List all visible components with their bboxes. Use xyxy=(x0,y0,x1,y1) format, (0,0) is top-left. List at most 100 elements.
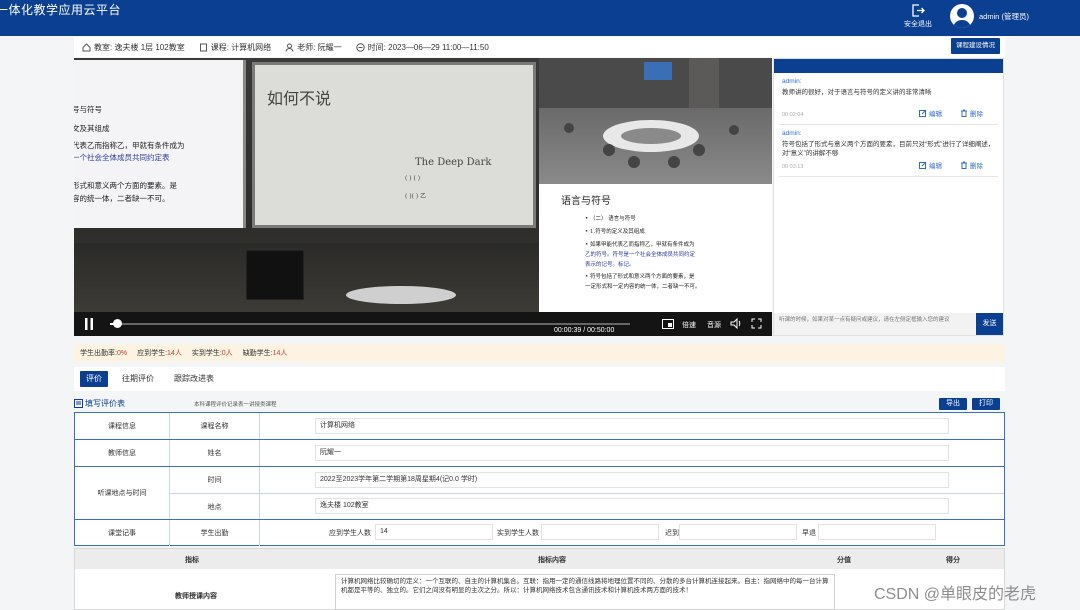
actual-count-field[interactable] xyxy=(541,524,659,540)
expected-count-label: 应到学生人数 xyxy=(329,530,371,537)
speed-button[interactable]: 倍速 xyxy=(682,320,696,330)
slide-line: 一定形式和一定内容的统一体，二者缺一不可。 xyxy=(585,284,701,290)
edit-button[interactable]: 编辑 xyxy=(919,160,942,170)
class-info-bar: 教室: 逸夫楼 1层 102教室 课程: 计算机网络 老师: 阮耀一 时间: 2… xyxy=(74,37,1005,57)
slide-left-line: 文及其组成 xyxy=(74,124,110,133)
comment-text: 教师讲的很好，对于语言与符号的定义讲的非常清晰 xyxy=(782,89,932,96)
time-info: 时间: 2023—06—29 11:00—11:50 xyxy=(355,42,489,53)
late-field[interactable] xyxy=(679,524,797,540)
classroom-value: 逸夫楼 1层 102教室 xyxy=(114,42,185,52)
course-name-field[interactable]: 计算机网络 xyxy=(315,418,949,434)
place-time-label: 听课地点与时间 xyxy=(75,467,170,519)
progress-bar[interactable] xyxy=(110,319,630,328)
classroom-camera-view: 号与符号 文及其组成 代表乙而指称乙，甲就有条件成为 一个社会全体成员共同约定表… xyxy=(74,58,539,313)
rubric-indicator: 教师授课内容 xyxy=(175,593,217,600)
score-column-header: 分值 xyxy=(837,557,851,564)
slide-line: • （二） 语言与符号 xyxy=(585,216,636,222)
attendance-bar: 学生出勤率:0% 应到学生:14人 实到学生:0人 缺勤学生:14人 xyxy=(74,344,1005,362)
form-icon xyxy=(74,399,83,408)
whiteboard: 如何不说 The Deep Dark ( ) ( ) ( )( ) 乙 xyxy=(252,62,536,228)
fullscreen-icon[interactable] xyxy=(751,318,762,329)
whiteboard-text: ( ) ( ) xyxy=(405,175,421,182)
export-button[interactable]: 导出 xyxy=(939,398,967,410)
room-scene xyxy=(539,58,772,168)
time-value: 2023—06—29 11:00—11:50 xyxy=(388,42,489,52)
tab-tracking-table[interactable]: 跟踪改进表 xyxy=(168,371,220,387)
form-subtitle: 本科课程评价记录表一讲授类课程 xyxy=(194,402,277,408)
trash-icon xyxy=(961,161,967,169)
slide-left-line: 一个社会全体成员共同约定表 xyxy=(74,153,170,162)
slide-left-line: 号与符号 xyxy=(74,105,102,114)
room-camera-view xyxy=(539,58,772,184)
actual-students: 实到学生:0人 xyxy=(191,350,233,357)
comment-item: admin: 符号包括了形式与意义两个方面的要素，目前只对“形式”进行了详细阐述… xyxy=(779,125,998,177)
edit-icon xyxy=(919,109,927,117)
teacher-value: 阮耀一 xyxy=(317,42,342,52)
logout-icon xyxy=(912,4,925,17)
slide-line: 表示的记号。标记。 xyxy=(585,262,635,268)
form-header: 填写评价表 本科课程评价记录表一讲授类课程 导出 打印 xyxy=(74,396,1005,412)
slide-line: 乙的符号。符号是一个社会全体成员共同约定 xyxy=(585,252,696,258)
rubric-table: 指标 指标内容 分值 得分 教师授课内容 计算机网络比较确切的定义：一个互联的、… xyxy=(74,548,1005,610)
course-info: 课程: 计算机网络 xyxy=(199,42,271,53)
edit-button[interactable]: 编辑 xyxy=(919,108,942,118)
whiteboard-text: ( )( ) 乙 xyxy=(405,193,427,200)
course-name-label: 课程名称 xyxy=(170,413,260,439)
whiteboard-text: The Deep Dark xyxy=(415,157,492,168)
absent-students: 缺勤学生:14人 xyxy=(242,350,288,357)
row-divider xyxy=(170,493,1004,494)
rubric-content: 计算机网络比较确切的定义：一个互联的、自主的计算机集合。互联：指用一定的通信线路… xyxy=(335,574,835,610)
grade-column-header: 得分 xyxy=(946,557,960,564)
edit-icon xyxy=(919,161,927,169)
delete-button[interactable]: 删除 xyxy=(960,160,983,170)
attendance-rate: 学生出勤率:0% xyxy=(80,350,128,357)
teacher-name-field[interactable]: 阮耀一 xyxy=(315,445,949,461)
audio-source-button[interactable]: 音源 xyxy=(707,320,721,330)
classroom-notes-label: 课堂记事 xyxy=(75,520,170,546)
delete-label: 删除 xyxy=(970,163,983,170)
comment-author: admin: xyxy=(782,78,802,85)
place-field[interactable]: 逸夫楼 102教室 xyxy=(315,498,949,514)
course-label: 课程: xyxy=(210,42,229,52)
tab-bar: 评价 往期评价 跟踪改进表 xyxy=(74,367,1005,391)
pause-icon[interactable] xyxy=(83,317,95,331)
clock-icon xyxy=(355,42,365,52)
indicator-column-header: 指标 xyxy=(185,557,199,564)
slide-left-line: 容的统一体，二者缺一不可。 xyxy=(74,194,170,203)
projected-slide: 号与符号 文及其组成 代表乙而指称乙，甲就有条件成为 一个社会全体成员共同约定表… xyxy=(74,60,246,228)
expected-students: 应到学生:14人 xyxy=(137,350,182,357)
logout-button[interactable]: 安全退出 xyxy=(898,4,938,29)
tab-evaluate[interactable]: 评价 xyxy=(80,371,108,387)
comment-input[interactable]: 听课的时候，如果对某一点有疑问或建议，请在左侧定框输入您的建议 xyxy=(774,313,977,335)
desk-object xyxy=(346,286,456,304)
late-label: 迟到 xyxy=(665,530,679,537)
slide-view: 语言与符号 • （二） 语言与符号 • 1.符号的定义及其组成 • 如果甲能代表… xyxy=(539,184,772,312)
teacher-info-label: 教师信息 xyxy=(75,440,170,466)
expected-count-field[interactable]: 14 xyxy=(375,524,493,540)
slide-title: 语言与符号 xyxy=(561,196,611,207)
classroom-info: 教室: 逸夫楼 1层 102教室 xyxy=(82,42,185,53)
course-status-button[interactable]: 课程建设情况 xyxy=(951,38,1000,54)
comment-time[interactable]: 00:02:04 xyxy=(782,112,803,118)
early-leave-field[interactable] xyxy=(818,524,936,540)
comments-panel: admin: 教师讲的很好，对于语言与符号的定义讲的非常清晰 00:02:04 … xyxy=(773,58,1004,336)
name-label: 姓名 xyxy=(170,440,260,466)
time-label: 时间: xyxy=(367,42,386,52)
slide-left-line: 形式和意义两个方面的要素。是 xyxy=(74,181,177,190)
delete-button[interactable]: 删除 xyxy=(960,108,983,118)
content-column-header: 指标内容 xyxy=(538,557,566,564)
early-leave-label: 早退 xyxy=(802,530,816,537)
progress-knob[interactable] xyxy=(112,319,122,328)
user-name: admin (管理员) xyxy=(979,11,1030,21)
comment-item: admin: 教师讲的很好，对于语言与符号的定义讲的非常清晰 00:02:04 … xyxy=(779,73,998,125)
slide-line: • 如果甲能代表乙而指称乙，甲就有条件成为 xyxy=(585,242,695,248)
volume-icon[interactable] xyxy=(730,318,742,329)
video-player[interactable]: 号与符号 文及其组成 代表乙而指称乙，甲就有条件成为 一个社会全体成员共同约定表… xyxy=(74,58,772,336)
comment-time[interactable]: 00:03:13 xyxy=(782,164,803,170)
time-field[interactable]: 2022至2023学年第二学期第18周星期4(记0.0 学时) xyxy=(315,472,949,488)
user-menu[interactable]: admin (管理员) xyxy=(950,4,1029,28)
send-button[interactable]: 发送 xyxy=(976,313,1003,335)
print-button[interactable]: 打印 xyxy=(972,398,1000,410)
screenshot-icon[interactable] xyxy=(662,319,674,329)
tab-past-evaluations[interactable]: 往期评价 xyxy=(116,371,160,387)
